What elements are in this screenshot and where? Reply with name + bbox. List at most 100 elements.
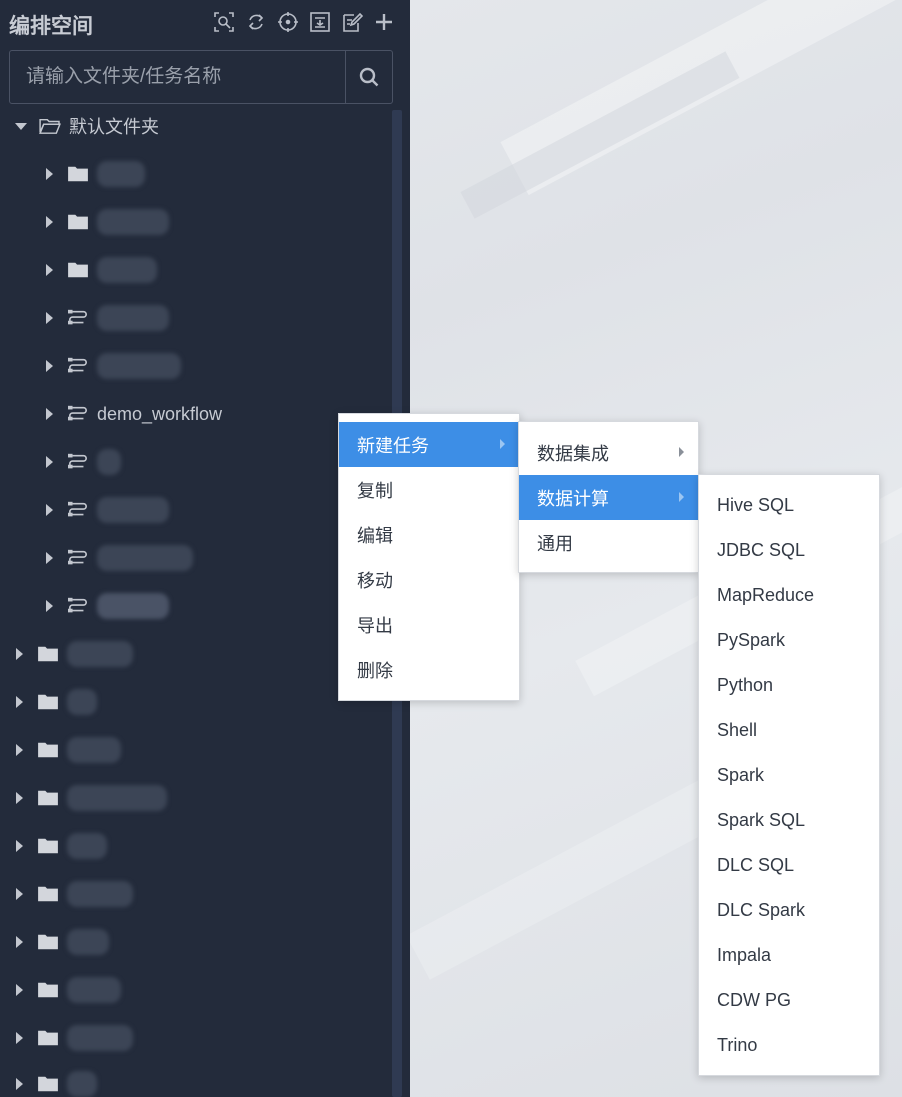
folder-icon: [38, 1030, 58, 1046]
menu-item-label: Trino: [717, 1035, 758, 1055]
tree-item-label: [97, 593, 169, 619]
tree-folder[interactable]: [16, 734, 121, 766]
menu-item-task-type[interactable]: JDBC SQL: [699, 528, 879, 573]
tree-folder[interactable]: [16, 878, 133, 910]
menu-item-move[interactable]: 移动: [339, 557, 519, 602]
tree-item-workflow[interactable]: [46, 446, 121, 478]
menu-item-label: Spark: [717, 765, 765, 785]
menu-item-task-type[interactable]: Impala: [699, 933, 879, 978]
menu-item-task-type[interactable]: MapReduce: [699, 573, 879, 618]
caret-right-icon[interactable]: [46, 504, 53, 516]
edit-icon[interactable]: [340, 9, 364, 35]
tree-item-workflow[interactable]: [46, 302, 169, 334]
caret-right-icon[interactable]: [46, 456, 53, 468]
tree-folder[interactable]: [16, 1022, 133, 1054]
tree-item-workflow[interactable]: [46, 590, 169, 622]
tree-folder[interactable]: [16, 782, 167, 814]
caret-right-icon[interactable]: [46, 360, 53, 372]
search-button[interactable]: [345, 51, 392, 103]
menu-item-task-type[interactable]: DLC Spark: [699, 888, 879, 933]
caret-right-icon[interactable]: [16, 840, 23, 852]
menu-item-label: 移动: [357, 570, 393, 591]
menu-item-task-type[interactable]: Python: [699, 663, 879, 708]
tree-item-label: [97, 497, 169, 523]
tree-folder-label: [67, 689, 97, 715]
sidebar-header: 编排空间: [0, 0, 410, 44]
import-icon[interactable]: [308, 9, 332, 35]
tree-folder[interactable]: [16, 926, 109, 958]
menu-item-label: MapReduce: [717, 585, 815, 605]
tree-item-folder[interactable]: [46, 158, 145, 190]
menu-item-copy[interactable]: 复制: [339, 467, 519, 512]
caret-right-icon[interactable]: [46, 312, 53, 324]
menu-item-edit[interactable]: 编辑: [339, 512, 519, 557]
caret-right-icon[interactable]: [16, 888, 23, 900]
tree-item-label: [97, 209, 169, 235]
menu-item-task-type[interactable]: Spark: [699, 753, 879, 798]
tree-item-folder[interactable]: [46, 254, 157, 286]
folder-icon: [68, 262, 88, 278]
submenu-arrow-icon: [679, 492, 684, 502]
caret-right-icon[interactable]: [16, 1032, 23, 1044]
caret-right-icon[interactable]: [16, 1078, 23, 1090]
caret-right-icon[interactable]: [16, 744, 23, 756]
tree-item-folder[interactable]: [46, 206, 169, 238]
caret-right-icon[interactable]: [16, 984, 23, 996]
tree-item-workflow[interactable]: [46, 350, 181, 382]
search-icon: [359, 67, 379, 87]
menu-item-label: Impala: [717, 945, 772, 965]
menu-item-label: 通用: [537, 533, 573, 554]
tree-item-workflow[interactable]: demo_workflow: [46, 398, 222, 430]
menu-item-general[interactable]: 通用: [519, 520, 698, 565]
tree-item-workflow[interactable]: [46, 494, 169, 526]
menu-item-task-type[interactable]: Shell: [699, 708, 879, 753]
tree-item-label: [97, 449, 121, 475]
tree-root-label: 默认文件夹: [69, 117, 159, 137]
menu-item-data-compute[interactable]: 数据计算: [519, 475, 698, 520]
crosshair-icon[interactable]: [276, 9, 300, 35]
menu-item-delete[interactable]: 删除: [339, 647, 519, 692]
tree-folder-label: [67, 881, 133, 907]
tree-folder[interactable]: [16, 1068, 97, 1097]
tree-item-label: [97, 353, 181, 379]
menu-item-label: DLC SQL: [717, 855, 795, 875]
caret-right-icon[interactable]: [46, 216, 53, 228]
menu-item-label: JDBC SQL: [717, 540, 806, 560]
tree-folder[interactable]: [16, 974, 121, 1006]
menu-item-task-type[interactable]: DLC SQL: [699, 843, 879, 888]
menu-item-label: 复制: [357, 480, 393, 501]
caret-right-icon[interactable]: [46, 600, 53, 612]
menu-item-new-task[interactable]: 新建任务: [339, 422, 519, 467]
menu-item-task-type[interactable]: PySpark: [699, 618, 879, 663]
menu-item-task-type[interactable]: Hive SQL: [699, 483, 879, 528]
caret-right-icon[interactable]: [46, 264, 53, 276]
tree-folder[interactable]: [16, 686, 97, 718]
menu-item-export[interactable]: 导出: [339, 602, 519, 647]
caret-right-icon[interactable]: [16, 936, 23, 948]
tree-folder[interactable]: [16, 638, 133, 670]
tree-item-label: [97, 545, 193, 571]
tree-item-label: [97, 161, 145, 187]
caret-right-icon[interactable]: [16, 792, 23, 804]
locate-box-icon[interactable]: [212, 9, 236, 35]
tree-folder[interactable]: [16, 830, 107, 862]
menu-item-label: 数据集成: [537, 443, 609, 464]
sidebar-toolbar: [212, 9, 396, 35]
caret-right-icon[interactable]: [46, 552, 53, 564]
caret-right-icon[interactable]: [16, 696, 23, 708]
caret-right-icon[interactable]: [46, 408, 53, 420]
tree-folder-label: [67, 833, 107, 859]
refresh-icon[interactable]: [244, 9, 268, 35]
menu-item-task-type[interactable]: Spark SQL: [699, 798, 879, 843]
caret-down-icon[interactable]: [15, 122, 27, 130]
caret-right-icon[interactable]: [46, 168, 53, 180]
menu-item-label: 新建任务: [357, 435, 429, 456]
tree-root-folder[interactable]: 默认文件夹: [15, 110, 159, 142]
menu-item-task-type[interactable]: Trino: [699, 1023, 879, 1068]
plus-icon[interactable]: [372, 9, 396, 35]
menu-item-task-type[interactable]: CDW PG: [699, 978, 879, 1023]
menu-item-data-integration[interactable]: 数据集成: [519, 430, 698, 475]
search-input[interactable]: [10, 51, 346, 103]
caret-right-icon[interactable]: [16, 648, 23, 660]
tree-item-workflow[interactable]: [46, 542, 193, 574]
